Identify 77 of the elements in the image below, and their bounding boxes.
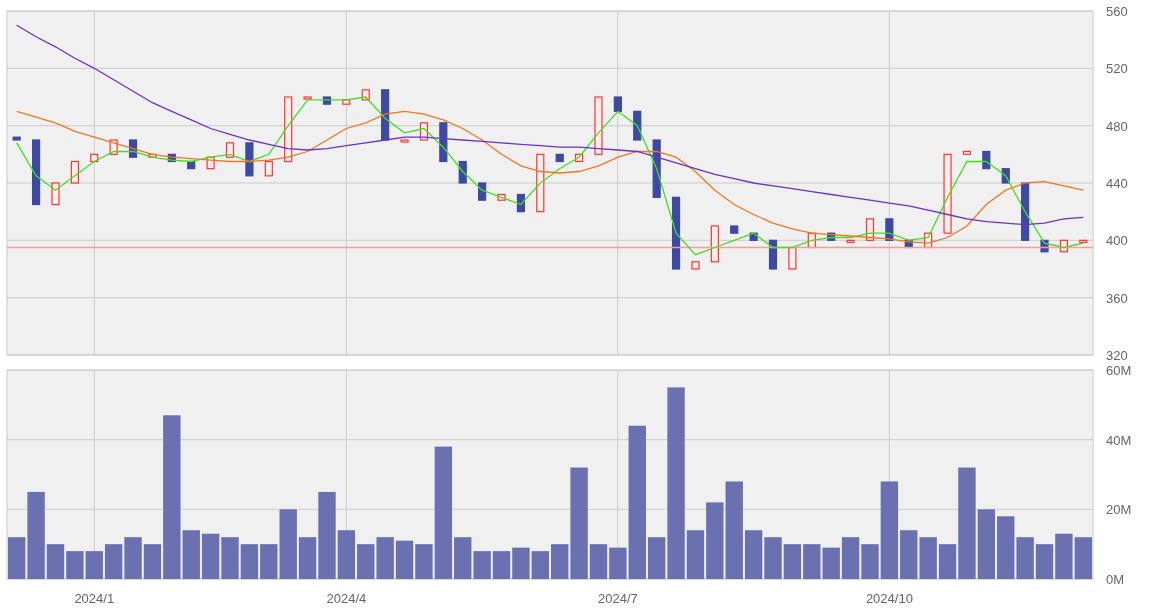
- candlestick: [710, 225, 719, 263]
- candlestick: [924, 232, 933, 249]
- candlestick: [12, 136, 21, 141]
- axis-label: 520: [1106, 61, 1128, 77]
- volume-bar: [1055, 533, 1073, 579]
- volume-bar: [803, 544, 821, 579]
- candlestick: [807, 232, 816, 249]
- axis-label: 0M: [1106, 572, 1125, 587]
- axis-label: 2024/10: [865, 591, 913, 606]
- candlestick: [730, 225, 739, 234]
- axis-label: 360: [1106, 290, 1128, 306]
- volume-bar: [357, 544, 375, 579]
- axis-label: 560: [1106, 4, 1128, 19]
- candlestick: [264, 160, 273, 177]
- candlestick: [865, 218, 875, 241]
- axis-label: 400: [1106, 233, 1128, 249]
- candlestick: [245, 142, 254, 177]
- candlestick: [439, 122, 448, 163]
- candlestick: [749, 232, 758, 241]
- candlestick: [652, 139, 661, 198]
- candlestick: [342, 99, 351, 105]
- candlestick: [633, 110, 642, 141]
- candlestick: [691, 261, 700, 270]
- candlestick: [962, 150, 972, 155]
- axis-label: 480: [1106, 118, 1128, 134]
- candlestick: [225, 142, 235, 158]
- candlestick: [497, 193, 506, 201]
- axis-label: 320: [1106, 348, 1128, 362]
- candlestick: [846, 239, 855, 243]
- candlestick: [1021, 182, 1030, 241]
- axis-label: 440: [1106, 176, 1128, 191]
- candlestick: [361, 89, 370, 101]
- volume-bar: [376, 537, 394, 579]
- candlestick: [1001, 168, 1010, 184]
- candlestick: [536, 153, 545, 213]
- candlestick: [1040, 239, 1049, 253]
- volume-bar: [221, 537, 239, 579]
- candlestick: [303, 96, 312, 100]
- candlestick: [516, 193, 525, 213]
- candlestick: [206, 156, 215, 170]
- candlestick: [594, 96, 603, 155]
- candlestick: [90, 153, 99, 163]
- candlestick: [51, 182, 60, 206]
- candlestick: [768, 239, 778, 270]
- candlestick: [1059, 239, 1068, 253]
- axis-label: 2024/4: [326, 591, 367, 606]
- candlestick: [128, 139, 138, 158]
- candlestick: [400, 139, 409, 143]
- candlestick: [788, 246, 797, 270]
- candlestick: [555, 153, 564, 163]
- candlestick: [458, 160, 467, 184]
- candlestick: [32, 139, 41, 206]
- candlestick: [148, 153, 157, 158]
- axis-label: 60M: [1106, 363, 1132, 378]
- candlestick: [982, 150, 991, 170]
- volume-bar: [66, 551, 84, 579]
- axis-label: 2024/7: [598, 591, 638, 606]
- axis-label: 2024/1: [74, 591, 115, 606]
- candlestick: [284, 96, 293, 163]
- candlestick: [1079, 239, 1088, 243]
- candlestick: [381, 89, 390, 141]
- axis-label: 20M: [1106, 502, 1132, 518]
- candlestick: [575, 153, 584, 163]
- axis-label: 40M: [1106, 432, 1132, 448]
- candlestick: [885, 218, 894, 241]
- candlestick: [187, 160, 196, 170]
- candlestick: [109, 139, 118, 155]
- candlestick: [904, 239, 913, 249]
- volume-bar: [124, 537, 142, 579]
- candlestick: [478, 182, 487, 201]
- volume-bar: [764, 537, 782, 579]
- volume-bar: [919, 537, 937, 579]
- candlestick: [613, 96, 622, 112]
- candlestick: [70, 160, 79, 184]
- candlestick: [827, 232, 836, 241]
- volume-bar: [512, 547, 530, 579]
- candlestick: [419, 122, 429, 141]
